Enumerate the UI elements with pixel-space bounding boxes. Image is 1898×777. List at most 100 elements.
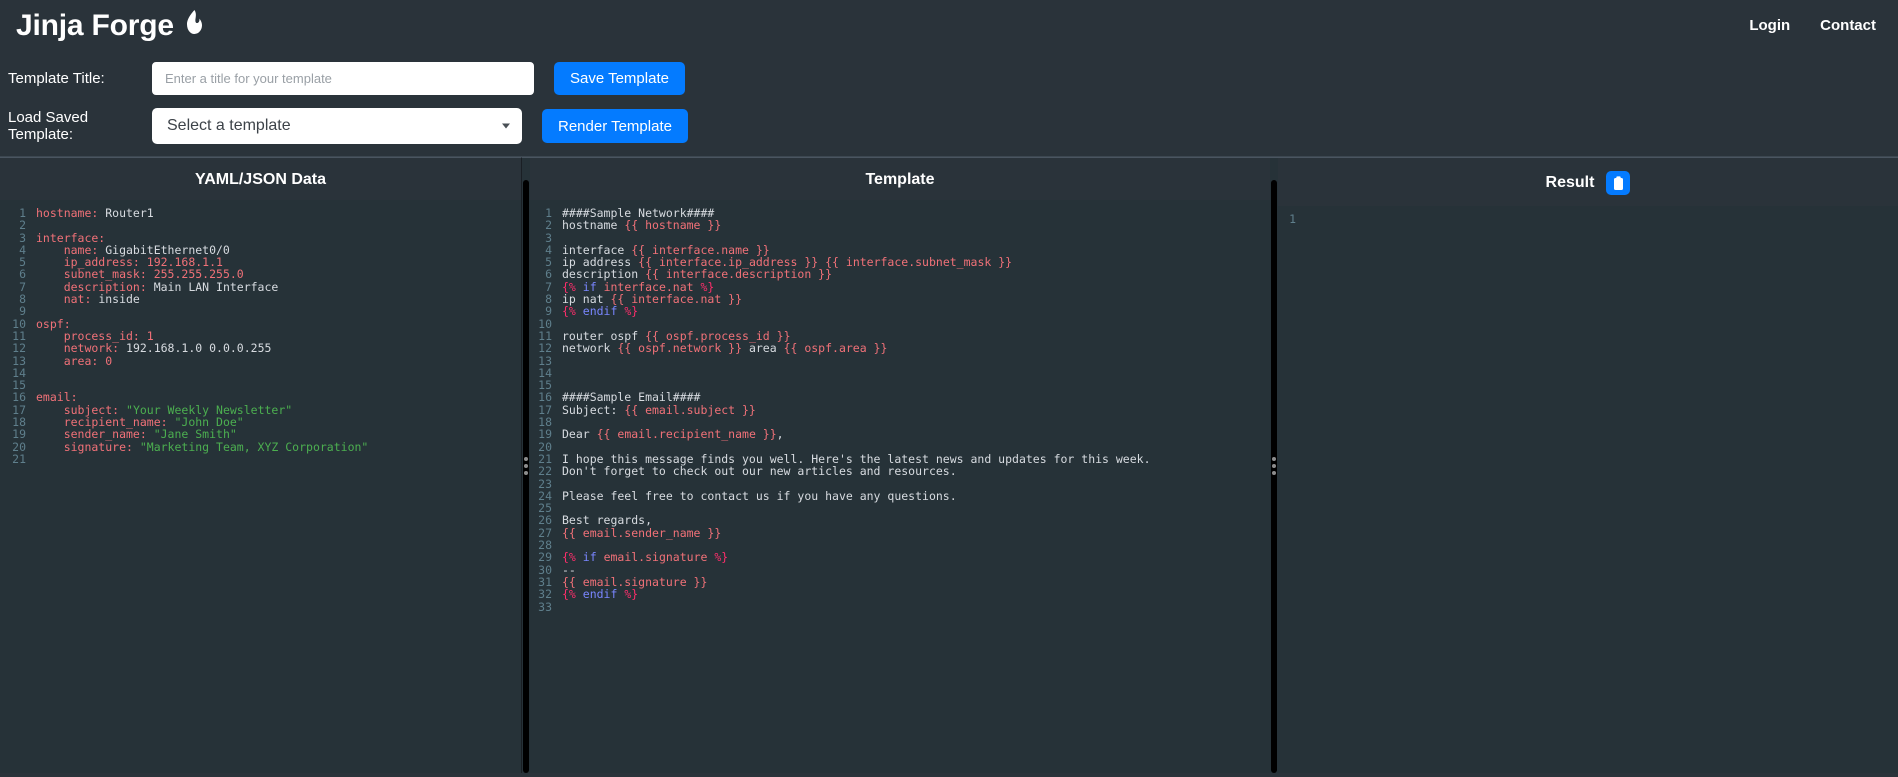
line-number: 9 [19, 304, 26, 319]
code-token: {{ ospf.network }} [617, 341, 743, 356]
clipboard-icon[interactable] [1606, 171, 1631, 195]
code-line: 9 [0, 304, 521, 319]
line-number: 13 [12, 353, 26, 368]
code-line: 32 {% endif %} [530, 587, 1270, 602]
code-line: 9 {% endif %} [530, 304, 1270, 319]
result-panel-header: Result [1278, 158, 1898, 206]
template-panel-header: Template [530, 158, 1270, 200]
code-token: inside [91, 292, 140, 307]
editor-panels: YAML/JSON Data 1 hostname: Router1 2 3 inter… [0, 156, 1898, 773]
result-output[interactable]: 1 [1278, 206, 1898, 773]
code-token: signature: [36, 439, 133, 454]
template-title-row: Template Title: Save Template [0, 58, 1898, 98]
load-template-label: Load Saved Template: [8, 109, 89, 143]
chevron-down-icon [502, 123, 510, 129]
code-line: 24 Please feel free to contact us if you … [530, 490, 1270, 503]
code-token: area: [36, 353, 99, 368]
line-number: 2 [19, 218, 26, 233]
flame-icon [183, 10, 205, 38]
code-line: 27{{ email.sender_name }} [530, 525, 1270, 540]
save-template-button[interactable]: Save Template [554, 61, 685, 95]
navbar: Jinja Forge Login Contact [0, 0, 1898, 50]
yaml-panel-title: YAML/JSON Data [195, 171, 326, 188]
line-number: 21 [12, 451, 26, 466]
code-line: 1 [1286, 212, 1898, 226]
code-line: 31{{ email.signature }} [530, 576, 1270, 589]
brand-logo[interactable]: Jinja Forge [16, 7, 205, 43]
code-line: 8 nat: inside [0, 292, 521, 307]
code-line: 13 area: 0 [0, 353, 521, 368]
template-panel: Template 1 ####Sample Network#### 2 hostnam… [530, 157, 1270, 773]
code-token: {{ hostname }} [624, 218, 722, 233]
saved-template-select-value: Select a template [152, 108, 522, 144]
code-token: hostname: [36, 206, 99, 220]
line-number: 19 [12, 427, 26, 442]
result-panel: Result 1 [1278, 157, 1898, 773]
line-number: 16 [538, 390, 552, 405]
nav-link-contact[interactable]: Contact [1820, 17, 1876, 34]
code-token: {% [562, 304, 576, 319]
code-token: email.signature [603, 550, 715, 565]
code-token: Subject: [562, 402, 625, 417]
code-line: 21 [0, 451, 521, 466]
template-editor[interactable]: 1 ####Sample Network#### 2 hostname {{ host… [530, 200, 1270, 769]
code-token: {{ email.subject }} [624, 402, 756, 417]
line-number: 22 [538, 464, 552, 479]
code-token: Don't forget to check out our new articl… [562, 464, 957, 479]
code-line: 20 signature: "Marketing Team, XYZ Corpo… [0, 439, 521, 454]
code-token: {{ email.recipient_name }} [596, 427, 777, 442]
line-number: 6 [545, 267, 552, 282]
code-token: {{ ospf.area }} [783, 341, 888, 356]
code-token: , [776, 427, 784, 442]
line-number: 23 [538, 476, 552, 491]
nav-link-login[interactable]: Login [1749, 17, 1790, 34]
brand-title: Jinja Forge [16, 9, 174, 42]
yaml-editor[interactable]: 1 hostname: Router1 2 3 interface: 4 name: Gi… [0, 200, 521, 769]
line-number: 12 [538, 341, 552, 356]
code-line: 2 hostname {{ hostname }} [530, 218, 1270, 233]
line-number: 1 [1289, 212, 1296, 226]
line-number: 2 [545, 218, 552, 233]
splitter-template-result[interactable] [1270, 157, 1278, 773]
template-title-input[interactable] [152, 61, 534, 95]
load-template-row: Load Saved Template: Select a template R… [0, 106, 1898, 146]
splitter-handle-dots[interactable] [1272, 456, 1276, 475]
yaml-data-panel: YAML/JSON Data 1 hostname: Router1 2 3 inter… [0, 157, 522, 773]
code-line: 19 Dear {{ email.recipient_name }}, [530, 427, 1270, 442]
template-panel-title: Template [865, 171, 935, 188]
code-token: "Marketing Team, XYZ Corporation" [132, 439, 369, 454]
result-panel-title: Result [1545, 174, 1595, 191]
code-token: %} [714, 550, 729, 565]
code-token: endif [575, 587, 625, 602]
code-line: 22 Don't forget to check out our new arti… [530, 464, 1270, 479]
splitter-yaml-template[interactable] [522, 157, 530, 773]
code-token: {{ interface.subnet_mask }} [825, 255, 1013, 270]
code-token: nat: [36, 292, 92, 307]
code-token: {{ email.sender_name }} [562, 525, 722, 540]
code-line: 33 [530, 599, 1270, 614]
code-line: 13 [530, 353, 1270, 368]
code-token: %} [624, 304, 639, 319]
splitter-handle-dots[interactable] [524, 456, 528, 475]
code-line: 12 network {{ ospf.network }} area {{ osp… [530, 341, 1270, 356]
nav-links: Login Contact [1749, 17, 1876, 34]
code-line: 29 {% if email.signature %} [530, 550, 1270, 565]
code-line: 14 [530, 367, 1270, 380]
code-token: hostname [562, 218, 625, 233]
code-token: {% [562, 587, 576, 602]
line-number: 26 [538, 513, 552, 528]
code-token: Main LAN Interface [146, 279, 279, 294]
line-number: 6 [19, 267, 26, 282]
line-number: 33 [538, 599, 552, 614]
code-line: 15 [0, 379, 521, 392]
line-number: 9 [545, 304, 552, 319]
code-line: 8 ip nat {{ interface.nat }} [530, 293, 1270, 306]
render-template-button[interactable]: Render Template [542, 109, 688, 143]
line-number: 13 [538, 353, 552, 368]
template-form-bar: Template Title: Save Template Load Saved… [0, 50, 1898, 156]
code-token: area [742, 341, 784, 356]
code-token: 192.168.1.0 0.0.0.255 [119, 341, 272, 356]
code-token: Dear [562, 427, 597, 442]
line-number: 32 [538, 587, 552, 602]
saved-template-select[interactable]: Select a template [152, 108, 522, 144]
